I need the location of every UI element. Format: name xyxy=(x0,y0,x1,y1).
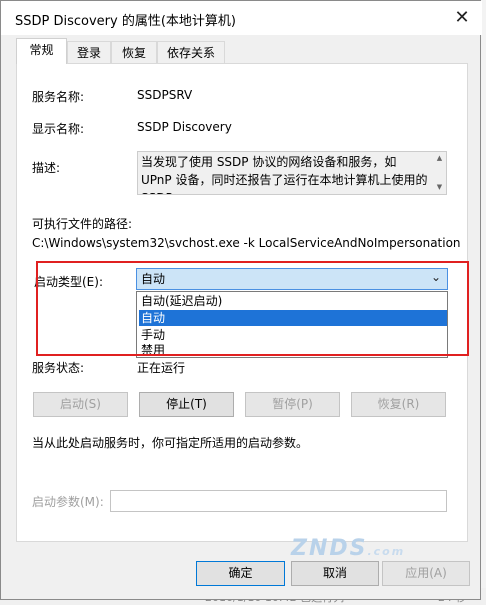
stop-button[interactable]: 停止(T) xyxy=(139,392,234,417)
display-name-value: SSDP Discovery xyxy=(137,120,232,134)
description-scrollbar[interactable]: ▲ ▼ xyxy=(433,152,446,194)
tab-general[interactable]: 常规 xyxy=(16,38,67,64)
highlight-box xyxy=(36,261,469,356)
startup-params-hint: 当从此处启动服务时，你可指定所适用的启动参数。 xyxy=(32,436,309,450)
start-button[interactable]: 启动(S) xyxy=(33,392,128,417)
service-name-label: 服务名称: xyxy=(32,90,85,104)
service-name-value: SSDPSRV xyxy=(137,88,193,102)
watermark-logo: ZNDS.com xyxy=(291,536,406,561)
startup-params-input[interactable] xyxy=(110,490,447,512)
startup-params-label: 启动参数(M): xyxy=(32,495,104,509)
pause-button[interactable]: 暂停(P) xyxy=(245,392,340,417)
scroll-down-icon[interactable]: ▼ xyxy=(433,183,446,191)
description-textbox[interactable]: 当发现了使用 SSDP 协议的网络设备和服务，如 UPnP 设备，同时还报告了运… xyxy=(137,151,447,195)
tab-dependencies[interactable]: 依存关系 xyxy=(157,41,225,63)
properties-dialog: SSDP Discovery 的属性(本地计算机) ✕ 常规 登录 恢复 依存关… xyxy=(0,0,482,600)
service-status-value: 正在运行 xyxy=(137,361,186,375)
description-label: 描述: xyxy=(32,161,61,175)
path-label: 可执行文件的路径: xyxy=(32,217,133,231)
path-value: C:\Windows\system32\svchost.exe -k Local… xyxy=(32,236,461,250)
tab-recovery[interactable]: 恢复 xyxy=(111,41,157,63)
service-status-label: 服务状态: xyxy=(32,361,85,375)
ok-button[interactable]: 确定 xyxy=(196,561,285,586)
scroll-up-icon[interactable]: ▲ xyxy=(433,154,446,162)
tab-logon[interactable]: 登录 xyxy=(67,41,111,63)
window-title: SSDP Discovery 的属性(本地计算机) xyxy=(15,14,236,29)
close-icon[interactable]: ✕ xyxy=(447,5,477,31)
resume-button[interactable]: 恢复(R) xyxy=(351,392,446,417)
display-name-label: 显示名称: xyxy=(32,122,85,136)
title-bar: SSDP Discovery 的属性(本地计算机) ✕ xyxy=(1,1,482,35)
